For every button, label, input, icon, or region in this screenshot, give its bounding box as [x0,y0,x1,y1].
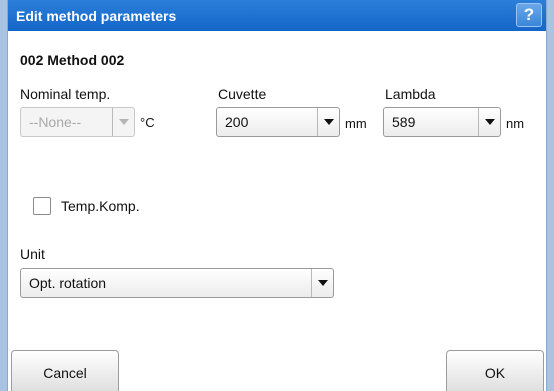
nominal-temp-label: Nominal temp. [20,86,111,102]
ok-button[interactable]: OK [446,350,544,391]
nominal-temp-select[interactable]: --None-- [20,107,135,137]
dialog-title: Edit method parameters [16,7,177,24]
unit-label: Unit [20,246,45,262]
temp-komp-checkbox[interactable] [33,197,51,215]
lambda-value: 589 [392,114,416,130]
chevron-down-icon [112,108,134,136]
cancel-button[interactable]: Cancel [11,350,119,391]
cuvette-label: Cuvette [218,86,267,102]
edit-method-dialog: Edit method parameters ? 002 Method 002 … [7,0,547,391]
temp-komp-label[interactable]: Temp.Komp. [61,198,140,214]
chevron-down-icon [317,108,339,136]
cancel-button-label: Cancel [43,365,87,381]
nominal-temp-value: --None-- [29,114,82,130]
help-button[interactable]: ? [516,3,542,27]
lambda-label: Lambda [385,86,436,102]
cuvette-select[interactable]: 200 [216,107,340,137]
chevron-down-icon [311,269,333,297]
chevron-down-icon [478,108,500,136]
ok-button-label: OK [484,365,506,381]
dialog-titlebar: Edit method parameters ? [8,0,546,31]
lambda-unit: nm [506,116,525,131]
method-name: 002 Method 002 [20,52,125,68]
lambda-select[interactable]: 589 [383,107,501,137]
nominal-temp-unit: °C [140,115,155,130]
cuvette-value: 200 [225,114,249,130]
cuvette-unit: mm [345,116,367,131]
help-icon: ? [523,5,535,24]
unit-value: Opt. rotation [29,275,107,291]
unit-select[interactable]: Opt. rotation [20,268,334,298]
